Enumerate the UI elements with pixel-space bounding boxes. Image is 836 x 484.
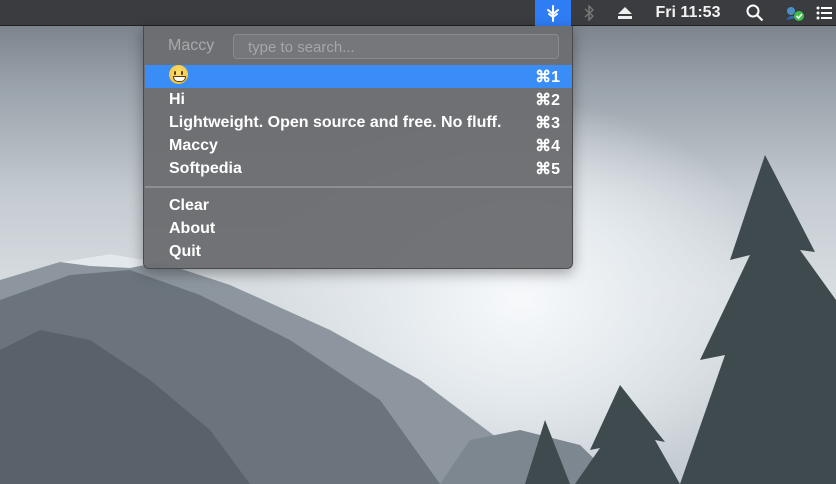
quit-label: Quit xyxy=(169,242,201,260)
history-item-2[interactable]: Hi ⌘2 xyxy=(145,88,572,111)
history-item-5[interactable]: Softpedia ⌘5 xyxy=(145,157,572,180)
history-item-label xyxy=(169,64,188,89)
history-item-3[interactable]: Lightweight. Open source and free. No fl… xyxy=(145,111,572,134)
menu-header: Maccy xyxy=(144,34,572,60)
about-menu-item[interactable]: About xyxy=(145,217,572,240)
grinning-emoji-icon xyxy=(169,64,188,84)
shortcut-label: ⌘4 xyxy=(535,137,560,155)
shortcut-label: ⌘2 xyxy=(535,91,560,109)
history-item-label: Maccy xyxy=(169,136,218,154)
menu-separator xyxy=(145,186,572,188)
clear-label: Clear xyxy=(169,196,210,214)
bluetooth-icon[interactable] xyxy=(578,0,600,26)
shortcut-label: ⌘1 xyxy=(535,68,560,86)
notification-list-icon[interactable] xyxy=(812,0,836,26)
clear-menu-item[interactable]: Clear xyxy=(145,194,572,217)
clock[interactable]: Fri 11:53 xyxy=(648,0,728,26)
menu-bar: Fri 11:53 xyxy=(0,0,836,26)
spotlight-search-icon[interactable] xyxy=(740,0,770,26)
quit-menu-item[interactable]: Quit xyxy=(145,240,572,263)
history-item-label: Hi xyxy=(169,90,185,108)
maccy-dropdown-menu: Maccy ⌘1 Hi ⌘2 Lightweight. Open source … xyxy=(143,26,573,269)
maccy-icon[interactable] xyxy=(535,0,571,26)
app-label: Maccy xyxy=(168,37,215,54)
history-item-1[interactable]: ⌘1 xyxy=(145,64,572,89)
history-item-4[interactable]: Maccy ⌘4 xyxy=(145,134,572,157)
about-label: About xyxy=(169,219,216,237)
history-item-label: Lightweight. Open source and free. No fl… xyxy=(169,113,502,131)
user-status-icon[interactable] xyxy=(780,0,810,26)
search-input[interactable] xyxy=(233,34,559,59)
shortcut-label: ⌘5 xyxy=(535,160,560,178)
eject-icon[interactable] xyxy=(612,0,638,26)
history-item-label: Softpedia xyxy=(169,159,242,177)
shortcut-label: ⌘3 xyxy=(535,114,560,132)
